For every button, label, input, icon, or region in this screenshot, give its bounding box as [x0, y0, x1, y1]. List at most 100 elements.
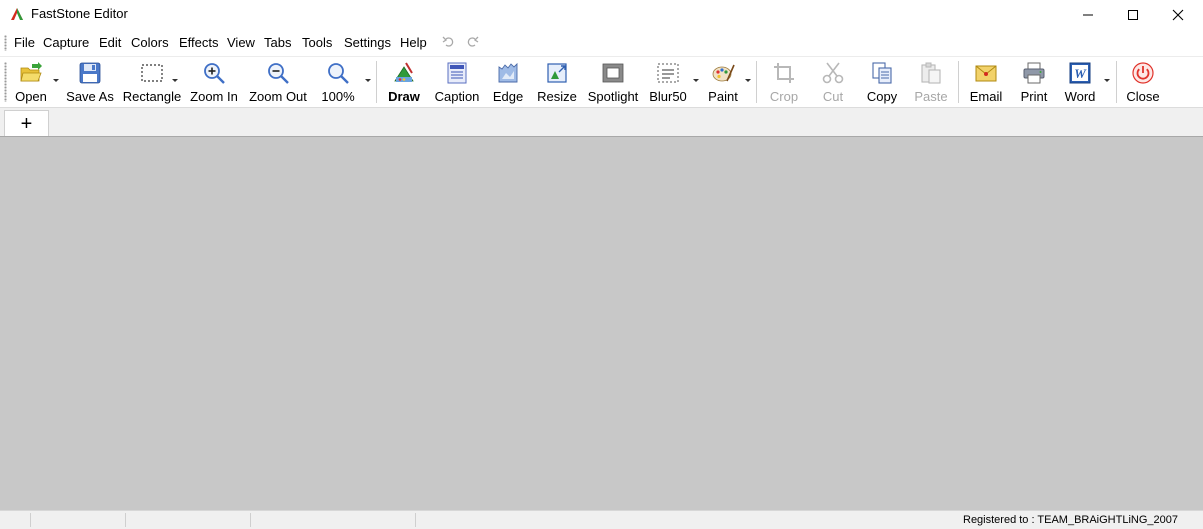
toolbar-separator — [1116, 61, 1117, 103]
close-label: Close — [1126, 89, 1160, 104]
edge-effect-icon — [498, 62, 518, 83]
open-button[interactable]: Open — [10, 57, 52, 107]
zoom-level-label: 100% — [321, 89, 355, 104]
faststone-app-icon — [9, 6, 25, 22]
zoom-dropdown-arrow[interactable] — [365, 79, 371, 82]
open-folder-icon — [20, 62, 42, 82]
minimize-icon — [1083, 14, 1093, 16]
resize-image-icon — [547, 63, 567, 83]
status-bar: Registered to : TEAM_BRAiGHTLiNG_2007 — [0, 510, 1203, 529]
paint-dropdown-arrow[interactable] — [745, 79, 751, 82]
caption-label: Caption — [434, 89, 480, 104]
word-document-icon: W — [1069, 62, 1091, 84]
menu-effects[interactable]: Effects — [179, 35, 219, 50]
email-button[interactable]: Email — [966, 57, 1006, 107]
menu-edit[interactable]: Edit — [99, 35, 121, 50]
save-as-button[interactable]: Save As — [64, 57, 116, 107]
draw-palette-icon — [394, 62, 414, 82]
zoom-in-button[interactable]: Zoom In — [187, 57, 241, 107]
menu-help[interactable]: Help — [400, 35, 427, 50]
zoom-level-button[interactable]: 100% — [318, 57, 358, 107]
scissors-icon — [822, 62, 844, 84]
rectangle-selection-icon — [141, 64, 163, 82]
plus-icon: + — [20, 112, 33, 135]
envelope-icon — [975, 65, 997, 82]
minimize-button[interactable] — [1065, 0, 1111, 30]
menu-view[interactable]: View — [227, 35, 255, 50]
open-label: Open — [15, 89, 47, 104]
menu-tabs[interactable]: Tabs — [264, 35, 291, 50]
cut-button[interactable]: Cut — [814, 57, 852, 107]
maximize-icon — [1128, 10, 1138, 20]
editor-canvas[interactable] — [0, 136, 1203, 511]
word-button[interactable]: W Word — [1060, 57, 1100, 107]
status-divider — [415, 513, 416, 527]
crop-icon — [774, 63, 794, 83]
zoom-out-button[interactable]: Zoom Out — [247, 57, 309, 107]
word-label: Word — [1064, 89, 1096, 104]
draw-button[interactable]: Draw — [384, 57, 424, 107]
rectangle-label: Rectangle — [122, 89, 182, 104]
spotlight-icon — [602, 63, 624, 83]
floppy-disk-icon — [79, 62, 101, 84]
close-icon — [1172, 9, 1184, 21]
status-divider — [125, 513, 126, 527]
blur-button[interactable]: Blur50 — [646, 57, 690, 107]
menu-capture[interactable]: Capture — [43, 35, 89, 50]
print-label: Print — [1020, 89, 1048, 104]
menu-colors[interactable]: Colors — [131, 35, 169, 50]
blur-dropdown-arrow[interactable] — [693, 79, 699, 82]
redo-icon[interactable] — [465, 36, 479, 48]
resize-label: Resize — [537, 89, 577, 104]
main-toolbar: Open Save As Rectangle Zoom In Zoom Out … — [0, 56, 1203, 107]
svg-text:W: W — [1074, 66, 1087, 81]
crop-button[interactable]: Crop — [764, 57, 804, 107]
rectangle-dropdown-arrow[interactable] — [172, 79, 178, 82]
open-dropdown-arrow[interactable] — [53, 79, 59, 82]
edge-button[interactable]: Edge — [489, 57, 527, 107]
copy-label: Copy — [866, 89, 898, 104]
resize-button[interactable]: Resize — [535, 57, 579, 107]
toolbar-separator — [756, 61, 757, 103]
magnifier-icon — [328, 63, 349, 84]
add-tab-button[interactable]: + — [4, 110, 49, 136]
rectangle-select-button[interactable]: Rectangle — [122, 57, 182, 107]
crop-label: Crop — [769, 89, 799, 104]
paste-button[interactable]: Paste — [910, 57, 952, 107]
close-editor-button[interactable]: Close — [1122, 57, 1164, 107]
menu-settings[interactable]: Settings — [344, 35, 391, 50]
caption-button[interactable]: Caption — [431, 57, 483, 107]
paint-label: Paint — [708, 89, 738, 104]
edge-label: Edge — [492, 89, 524, 104]
spotlight-label: Spotlight — [587, 89, 639, 104]
word-dropdown-arrow[interactable] — [1104, 79, 1110, 82]
tab-bar: + — [0, 107, 1203, 136]
menu-tools[interactable]: Tools — [302, 35, 332, 50]
blur-label: Blur50 — [649, 89, 687, 104]
menu-file[interactable]: File — [14, 35, 35, 50]
print-button[interactable]: Print — [1015, 57, 1053, 107]
maximize-button[interactable] — [1110, 0, 1156, 30]
spotlight-button[interactable]: Spotlight — [585, 57, 641, 107]
copy-icon — [872, 62, 892, 84]
window-title: FastStone Editor — [31, 6, 128, 21]
toolbar-separator — [958, 61, 959, 103]
status-divider — [30, 513, 31, 527]
title-bar: FastStone Editor — [0, 0, 1203, 30]
zoom-out-label: Zoom Out — [249, 89, 307, 104]
copy-button[interactable]: Copy — [862, 57, 902, 107]
registration-text: Registered to : TEAM_BRAiGHTLiNG_2007 — [963, 514, 1178, 526]
toolbar-grip[interactable] — [4, 62, 7, 102]
paint-button[interactable]: Paint — [704, 57, 742, 107]
save-as-label: Save As — [66, 89, 114, 104]
draw-label: Draw — [388, 89, 420, 104]
undo-icon[interactable] — [442, 36, 456, 48]
close-window-button[interactable] — [1155, 0, 1201, 30]
cut-label: Cut — [822, 89, 844, 104]
email-label: Email — [969, 89, 1003, 104]
caption-icon — [447, 62, 467, 84]
zoom-in-icon — [204, 63, 225, 84]
toolbar-separator — [376, 61, 377, 103]
paste-clipboard-icon — [921, 62, 941, 84]
menu-grip[interactable] — [4, 35, 7, 51]
